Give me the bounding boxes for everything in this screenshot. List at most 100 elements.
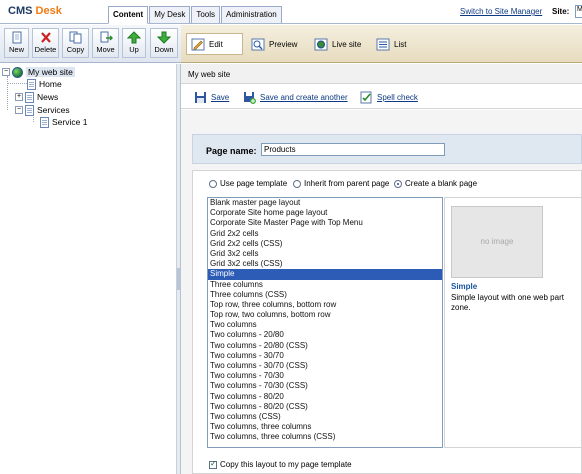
list-item[interactable]: Two columns (CSS) — [208, 412, 442, 422]
logo-main: CMS — [8, 5, 33, 17]
mode-edit-label: Edit — [209, 39, 223, 49]
tree-node-service-1[interactable]: Service 1 — [40, 116, 87, 128]
list-item[interactable]: Two columns - 80/20 (CSS) — [208, 402, 442, 412]
delete-button[interactable]: Delete — [32, 28, 59, 58]
tab-tools[interactable]: Tools — [191, 6, 221, 23]
list-item[interactable]: Grid 3x2 cells (CSS) — [208, 259, 442, 269]
main-tabs: Content My Desk Tools Administration — [108, 6, 283, 24]
list-item[interactable]: Two columns - 80/20 — [208, 392, 442, 402]
list-item[interactable]: Corporate Site Master Page with Top Menu — [208, 218, 442, 228]
save-action[interactable]: Save — [194, 91, 229, 104]
app-logo: CMS Desk — [8, 5, 62, 17]
up-button-label: Up — [129, 45, 139, 54]
preview-icon — [251, 38, 265, 50]
mode-live-site[interactable]: Live site — [314, 33, 361, 55]
edit-icon — [191, 38, 205, 50]
collapse-icon[interactable]: − — [2, 68, 10, 76]
list-item[interactable]: Top row, three columns, bottom row — [208, 300, 442, 310]
page-name-input[interactable]: Products — [261, 143, 445, 156]
save-icon — [195, 92, 206, 103]
tree-line — [7, 83, 27, 84]
radio-button[interactable] — [209, 179, 217, 188]
list-item[interactable]: Two columns - 70/30 — [208, 371, 442, 381]
list-item[interactable]: Three columns — [208, 280, 442, 290]
mode-edit[interactable]: Edit — [186, 33, 243, 55]
list-item[interactable]: Two columns - 70/30 (CSS) — [208, 381, 442, 391]
page-name-label: Page name: — [206, 146, 257, 156]
spell-check-link[interactable]: Spell check — [377, 93, 418, 102]
tab-content[interactable]: Content — [108, 6, 149, 24]
list-item[interactable]: Two columns - 20/80 (CSS) — [208, 341, 442, 351]
tree-node-my-web-site[interactable]: − My web site — [2, 66, 75, 78]
new-button[interactable]: New — [4, 28, 29, 58]
radio-create-blank-page[interactable]: Create a blank page — [394, 179, 477, 188]
list-item[interactable]: Two columns - 30/70 (CSS) — [208, 361, 442, 371]
list-item[interactable]: Two columns — [208, 320, 442, 330]
list-item[interactable]: Two columns, three columns (CSS) — [208, 432, 442, 442]
new-page-icon — [12, 31, 21, 44]
save-link[interactable]: Save — [211, 93, 229, 102]
spell-check-action[interactable]: Spell check — [360, 91, 418, 104]
layout-list[interactable]: Blank master page layout Corporate Site … — [207, 197, 443, 448]
list-item[interactable]: Corporate Site home page layout — [208, 208, 442, 218]
radio-inherit-parent[interactable]: Inherit from parent page — [293, 179, 389, 188]
tree-node-home[interactable]: Home — [27, 78, 62, 90]
globe-icon — [12, 66, 23, 78]
live-site-icon — [314, 38, 328, 50]
radio-button[interactable] — [293, 179, 301, 188]
list-item[interactable]: Two columns, three columns — [208, 422, 442, 432]
tree-node-label: Services — [37, 105, 70, 115]
list-item[interactable]: Two columns - 30/70 — [208, 351, 442, 361]
switch-site-manager-link[interactable]: Switch to Site Manager — [460, 7, 542, 16]
tab-my-desk[interactable]: My Desk — [149, 6, 191, 23]
copy-icon — [69, 31, 81, 44]
list-item-selected[interactable]: Simple — [208, 269, 442, 280]
site-label: Site: — [552, 7, 570, 16]
list-item[interactable]: Grid 2x2 cells (CSS) — [208, 239, 442, 249]
down-button[interactable]: Down — [150, 28, 178, 58]
expand-icon[interactable]: + — [15, 93, 23, 101]
radio-label: Inherit from parent page — [304, 179, 390, 188]
mode-list[interactable]: List — [376, 33, 406, 55]
radio-label: Use page template — [220, 179, 288, 188]
tree-node-label: Service 1 — [52, 117, 88, 127]
delete-icon — [40, 32, 51, 43]
arrow-up-icon — [127, 31, 141, 44]
checkbox-checked[interactable] — [209, 459, 217, 469]
list-item[interactable]: Top row, two columns, bottom row — [208, 310, 442, 320]
up-button[interactable]: Up — [122, 28, 146, 58]
top-header: CMS Desk Content My Desk Tools Administr… — [0, 0, 582, 24]
tree-node-label: Home — [39, 79, 62, 89]
save-create-link[interactable]: Save and create another — [260, 93, 348, 102]
tree-node-services[interactable]: − Services — [15, 104, 70, 116]
mode-preview-label: Preview — [269, 39, 298, 49]
mode-list-label: List — [394, 39, 407, 49]
copy-button[interactable]: Copy — [62, 28, 89, 58]
move-icon — [100, 31, 113, 43]
delete-button-label: Delete — [34, 45, 57, 54]
copy-button-label: Copy — [66, 45, 85, 54]
radio-button-selected[interactable] — [394, 179, 402, 188]
site-select[interactable]: M — [575, 5, 582, 18]
save-create-action[interactable]: Save and create another — [243, 91, 348, 104]
checkbox-label: Copy this layout to my page template — [220, 460, 352, 469]
content-tree: − My web site Home + News − Services Ser… — [0, 64, 177, 474]
copy-layout-checkbox[interactable]: Copy this layout to my page template — [209, 459, 352, 469]
tree-node-news[interactable]: + News — [15, 91, 58, 103]
tab-administration[interactable]: Administration — [221, 6, 282, 23]
new-button-label: New — [8, 45, 24, 54]
list-item[interactable]: Blank master page layout — [208, 198, 442, 208]
view-mode-bar: Edit Preview Live site List — [181, 25, 582, 63]
preview-title: Simple — [451, 282, 478, 291]
list-item[interactable]: Three columns (CSS) — [208, 290, 442, 300]
list-item[interactable]: Grid 2x2 cells — [208, 229, 442, 239]
move-button[interactable]: Move — [92, 28, 119, 58]
list-item[interactable]: Grid 3x2 cells — [208, 249, 442, 259]
page-icon — [25, 104, 34, 116]
down-button-label: Down — [154, 45, 174, 54]
tree-node-label: News — [37, 92, 59, 102]
collapse-icon[interactable]: − — [15, 106, 23, 114]
radio-use-page-template[interactable]: Use page template — [209, 179, 287, 188]
mode-preview[interactable]: Preview — [251, 33, 297, 55]
list-item[interactable]: Two columns - 20/80 — [208, 330, 442, 340]
